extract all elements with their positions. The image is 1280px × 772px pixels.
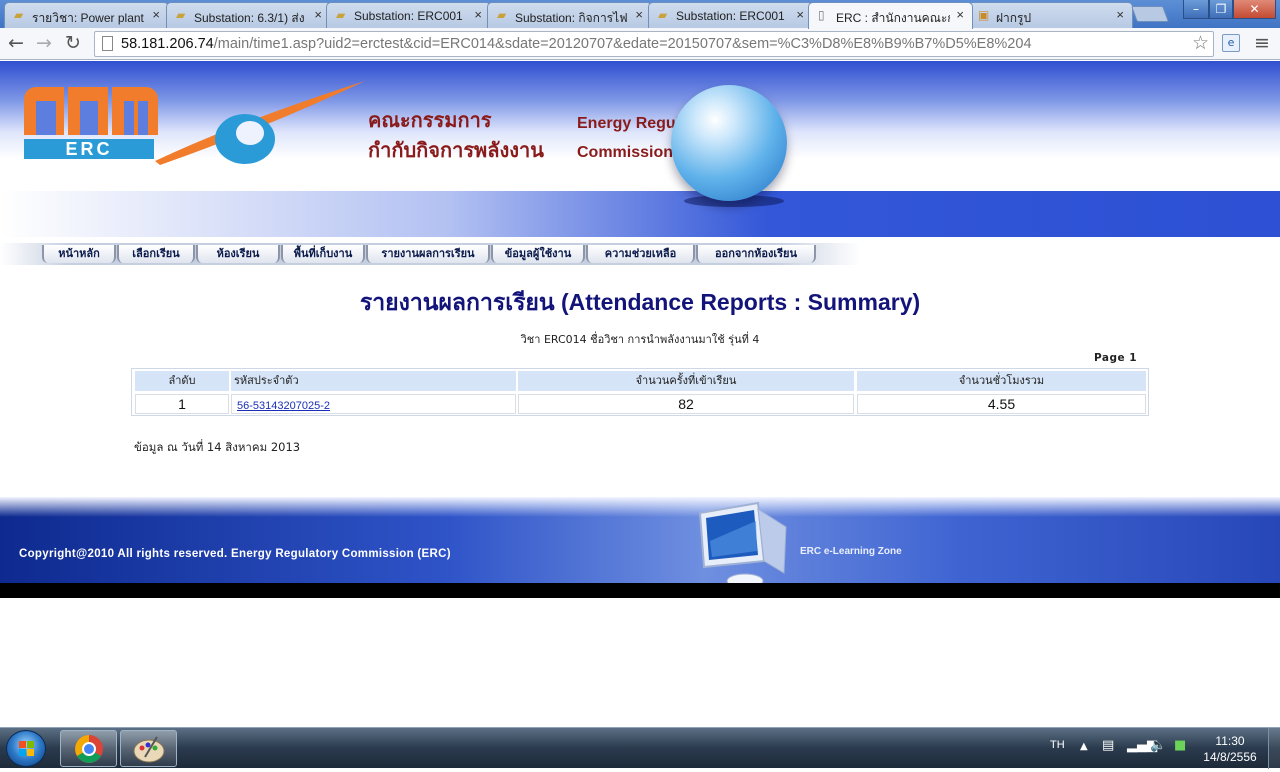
browser-toolbar: ← → ↻ 58.181.206.74/main/time1.asp?uid2=… xyxy=(0,28,1280,60)
column-header-sessions: จำนวนครั้งที่เข้าเรียน xyxy=(518,371,854,391)
menu-user-info[interactable]: ข้อมูลผู้ใช้งาน xyxy=(491,245,585,263)
close-icon[interactable]: × xyxy=(796,7,804,22)
computer-monitor-icon xyxy=(698,501,787,589)
clock-date[interactable]: 14/8/2556 xyxy=(1196,750,1264,764)
page-icon: ▯ xyxy=(818,8,825,22)
menu-choose-course[interactable]: เลือกเรียน xyxy=(117,245,195,263)
window-close-button[interactable]: ✕ xyxy=(1233,0,1276,19)
cell-student-id: 56-53143207025-2 xyxy=(231,394,516,414)
reload-icon[interactable]: ↻ xyxy=(65,33,81,53)
column-header-no: ลำดับ xyxy=(135,371,229,391)
student-id-link[interactable]: 56-53143207025-2 xyxy=(237,400,330,412)
volume-icon[interactable]: 🔈 xyxy=(1150,738,1166,753)
url-host: 58.181.206.74 xyxy=(121,36,214,52)
close-icon[interactable]: × xyxy=(314,7,322,22)
cell-hours: 4.55 xyxy=(857,394,1146,414)
menu-home[interactable]: หน้าหลัก xyxy=(42,245,116,263)
windows-start-button[interactable] xyxy=(6,730,46,767)
tab-title: ฝากรูป xyxy=(996,11,1032,25)
tab-title: Substation: ERC001 xyxy=(676,9,785,23)
org-name-thai: คณะกรรมการ กำกับกิจการพลังงาน xyxy=(368,105,544,165)
new-tab-button[interactable] xyxy=(1131,6,1169,22)
tab-title: รายวิชา: Power plant xyxy=(32,11,144,25)
site-icon: ▣ xyxy=(978,8,990,22)
network-device-icon[interactable]: ▤ xyxy=(1102,738,1114,753)
folder-icon: ▰ xyxy=(658,8,668,22)
menu-storage[interactable]: พื้นที่เก็บงาน xyxy=(281,245,365,263)
tab-title: Substation: กิจการไฟ xyxy=(515,11,628,25)
folder-icon: ▰ xyxy=(14,8,24,22)
browser-tab-3[interactable]: ▰ Substation: ERC001 × xyxy=(326,2,491,28)
close-icon[interactable]: × xyxy=(635,7,643,22)
tab-title: ERC : สำนักงานคณะก xyxy=(836,11,950,25)
elearning-zone-label: ERC e-Learning Zone xyxy=(800,546,902,557)
browser-tab-5[interactable]: ▰ Substation: ERC001 × xyxy=(648,2,813,28)
globe-icon xyxy=(671,85,787,201)
paint-icon xyxy=(133,736,165,763)
close-icon[interactable]: × xyxy=(152,7,160,22)
taskbar: TH ▲ ▤ ▂▄▆ 🔈 ■ 11:30 14/8/2556 xyxy=(0,727,1280,769)
extension-icon[interactable]: e xyxy=(1222,34,1240,52)
back-icon[interactable]: ← xyxy=(8,33,24,53)
tab-title: Substation: ERC001 xyxy=(354,9,463,23)
page-icon xyxy=(102,36,113,51)
close-icon[interactable]: × xyxy=(474,7,482,22)
browser-tab-7[interactable]: ▣ ฝากรูป × xyxy=(968,2,1133,28)
tab-strip: ▰ รายวิชา: Power plant × ▰ Substation: 6… xyxy=(0,0,1280,29)
attendance-table: ลำดับ รหัสประจำตัว จำนวนครั้งที่เข้าเรีย… xyxy=(131,368,1149,416)
menu-help[interactable]: ความช่วยเหลือ xyxy=(586,245,695,263)
folder-icon: ▰ xyxy=(176,8,186,22)
web-page: ERC คณะกรรมการ กำกับกิจการพลังงาน Energy… xyxy=(0,61,1280,727)
menu-classroom[interactable]: ห้องเรียน xyxy=(196,245,280,263)
logo-swoosh xyxy=(155,81,365,165)
column-header-student-id: รหัสประจำตัว xyxy=(231,371,516,391)
taskbar-chrome-app[interactable] xyxy=(60,730,117,767)
menu-learning-report[interactable]: รายงานผลการเรียน xyxy=(366,245,490,263)
browser-tab-1[interactable]: ▰ รายวิชา: Power plant × xyxy=(4,2,169,28)
cell-sessions: 82 xyxy=(518,394,854,414)
main-menu: หน้าหลัก เลือกเรียน ห้องเรียน พื้นที่เก็… xyxy=(0,243,860,265)
erc-logo: ERC xyxy=(24,87,158,159)
page-number: Page 1 xyxy=(1094,352,1138,364)
browser-tab-2[interactable]: ▰ Substation: 6.3/1) ส่ง × xyxy=(166,2,331,28)
course-info: วิชา ERC014 ชื่อวิชา การนำพลังงานมาใช้ ร… xyxy=(520,333,760,346)
close-icon[interactable]: × xyxy=(956,7,964,22)
column-header-hours: จำนวนชั่วโมงรวม xyxy=(857,371,1146,391)
show-desktop-button[interactable] xyxy=(1268,728,1280,769)
windows-logo-icon xyxy=(19,741,34,756)
footer-bottom-bar xyxy=(0,583,1280,598)
folder-icon: ▰ xyxy=(497,8,507,22)
footer-highlight xyxy=(0,497,1280,517)
restore-button[interactable]: ❐ xyxy=(1209,0,1233,19)
browser-tab-4[interactable]: ▰ Substation: กิจการไฟ × xyxy=(487,2,652,28)
taskbar-paint-app[interactable] xyxy=(120,730,177,767)
cell-no: 1 xyxy=(135,394,229,414)
header-band xyxy=(0,191,1280,237)
logo-erc-text: ERC xyxy=(24,139,154,159)
org-name-thai-line2: กำกับกิจการพลังงาน xyxy=(368,138,544,162)
url-path: /main/time1.asp?uid2=erctest&cid=ERC014&… xyxy=(213,36,1032,52)
language-indicator[interactable]: TH xyxy=(1050,739,1065,751)
show-hidden-icons-icon[interactable]: ▲ xyxy=(1080,741,1088,752)
copyright-text: Copyright@2010 All rights reserved. Ener… xyxy=(19,548,451,560)
tab-title: Substation: 6.3/1) ส่ง xyxy=(194,11,305,25)
folder-icon: ▰ xyxy=(336,8,346,22)
action-center-icon[interactable]: ■ xyxy=(1174,738,1186,753)
data-date: ข้อมูล ณ วันที่ 14 สิงหาคม 2013 xyxy=(134,440,301,454)
forward-icon[interactable]: → xyxy=(36,33,52,53)
clock-time[interactable]: 11:30 xyxy=(1200,734,1260,748)
page-title: รายงานผลการเรียน (Attendance Reports : S… xyxy=(359,289,921,315)
close-icon[interactable]: × xyxy=(1116,7,1124,22)
menu-icon[interactable]: ≡ xyxy=(1254,33,1270,53)
chrome-icon xyxy=(75,735,103,763)
minimize-button[interactable]: – xyxy=(1183,0,1209,19)
browser-tab-active[interactable]: ▯ ERC : สำนักงานคณะก × xyxy=(808,2,973,29)
bookmark-star-icon[interactable]: ☆ xyxy=(1192,32,1209,54)
org-name-thai-line1: คณะกรรมการ xyxy=(368,108,492,132)
menu-logout[interactable]: ออกจากห้องเรียน xyxy=(696,245,816,263)
address-bar[interactable]: 58.181.206.74/main/time1.asp?uid2=erctes… xyxy=(94,31,1214,57)
url-text[interactable]: 58.181.206.74/main/time1.asp?uid2=erctes… xyxy=(121,36,1032,52)
